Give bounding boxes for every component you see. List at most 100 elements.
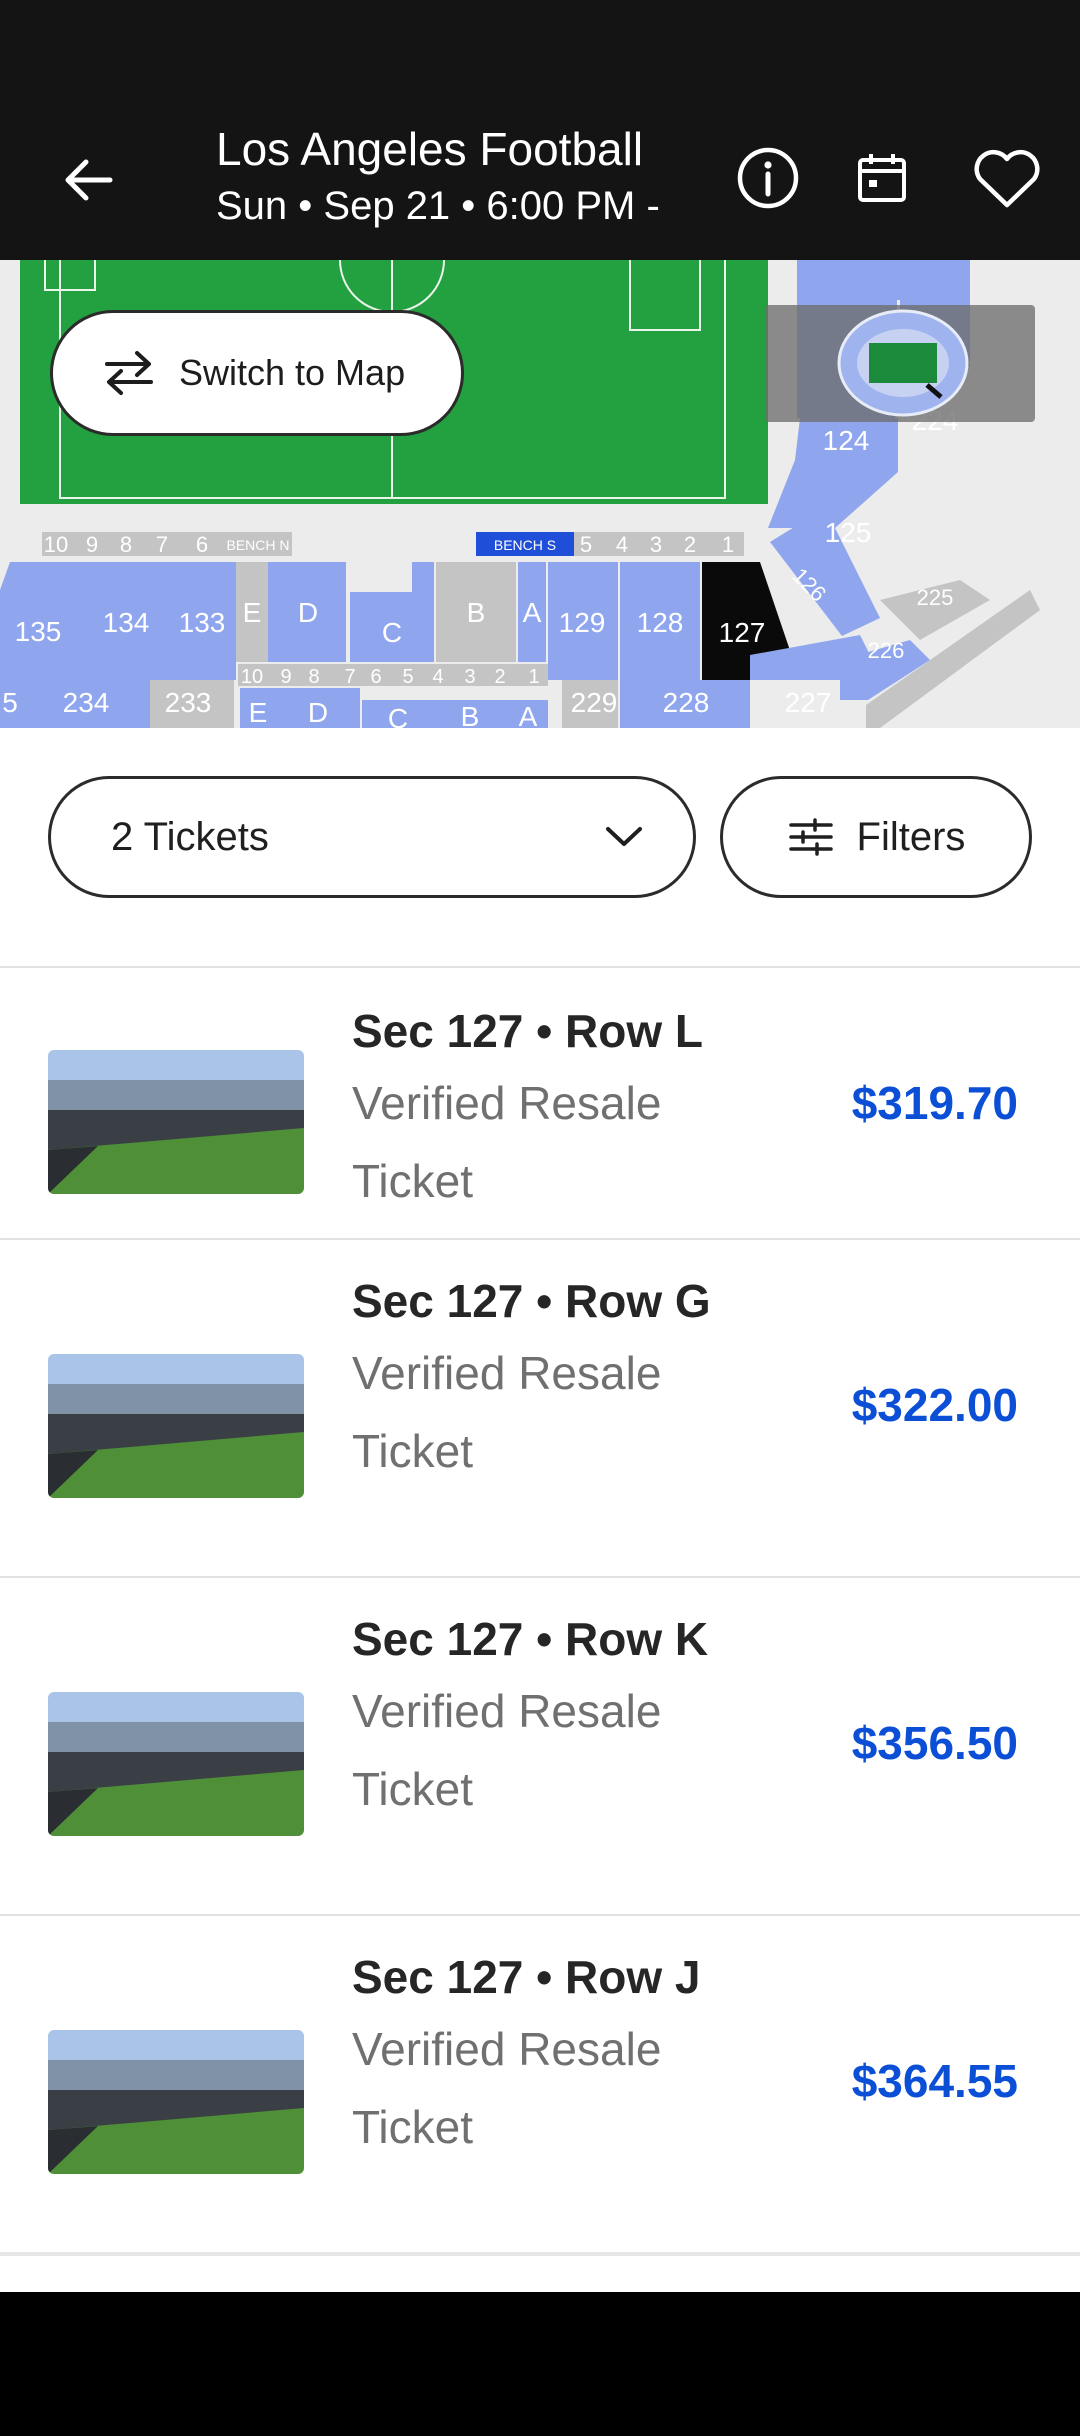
svg-text:5: 5 — [402, 666, 413, 688]
svg-text:227: 227 — [785, 687, 832, 718]
svg-text:E: E — [249, 697, 268, 728]
svg-text:5: 5 — [580, 532, 592, 557]
svg-text:3: 3 — [464, 666, 475, 688]
svg-text:228: 228 — [663, 687, 710, 718]
calendar-button[interactable] — [842, 138, 922, 218]
event-title: Los Angeles Football — [216, 123, 644, 175]
svg-text:D: D — [308, 697, 328, 728]
swap-arrows-icon — [105, 351, 153, 395]
listing-list: Sec 127 • Row L Verified Resale Ticket $… — [0, 966, 1080, 2252]
stadium-overview-icon — [837, 309, 969, 417]
filters-button[interactable]: Filters — [720, 776, 1032, 898]
svg-text:3: 3 — [650, 532, 662, 557]
listing-section-row: Sec 127 • Row K — [352, 1613, 709, 1665]
svg-text:A: A — [519, 701, 538, 728]
svg-text:229: 229 — [571, 687, 618, 718]
switch-to-map-button[interactable]: Switch to Map — [50, 310, 464, 436]
ticket-quantity-select[interactable]: 2 Tickets — [48, 776, 696, 898]
svg-text:1: 1 — [528, 666, 539, 688]
bench-north — [42, 532, 744, 556]
svg-text:8: 8 — [308, 666, 319, 688]
listing-row[interactable]: Sec 127 • Row J Verified Resale Ticket $… — [0, 1914, 1080, 2252]
listing-info: Sec 127 • Row K Verified Resale Ticket — [352, 1606, 722, 1828]
stadium-minimap[interactable] — [765, 305, 1035, 422]
seat-map[interactable]: 135 134 133 E D C B A 129 128 127 124 22… — [0, 260, 1080, 728]
navigation-bar — [0, 2292, 1080, 2436]
listing-info: Sec 127 • Row G Verified Resale Ticket — [352, 1268, 722, 1490]
chevron-down-icon — [606, 827, 642, 846]
svg-text:233: 233 — [165, 687, 212, 718]
svg-text:6: 6 — [370, 666, 381, 688]
heart-icon — [974, 149, 1040, 208]
svg-text:226: 226 — [868, 638, 905, 663]
svg-text:10: 10 — [241, 666, 263, 688]
svg-text:128: 128 — [637, 607, 684, 638]
ticket-controls: 2 Tickets Filters — [0, 728, 1080, 968]
listing-ticket-type: Verified Resale Ticket — [352, 2023, 662, 2153]
svg-text:135: 135 — [15, 616, 62, 647]
svg-text:225: 225 — [917, 585, 954, 610]
listing-ticket-type: Verified Resale Ticket — [352, 1077, 662, 1207]
seat-view-image — [48, 1692, 304, 1836]
info-button[interactable] — [728, 138, 808, 218]
seat-view-image — [48, 1354, 304, 1498]
listing-price: $356.50 — [851, 1717, 1018, 1769]
listing-section-row: Sec 127 • Row G — [352, 1275, 711, 1327]
listing-row[interactable]: Sec 127 • Row L Verified Resale Ticket $… — [0, 966, 1080, 1238]
svg-text:125: 125 — [825, 517, 872, 548]
seat-view-image — [48, 2030, 304, 2174]
list-divider — [0, 2252, 1080, 2256]
listing-info: Sec 127 • Row J Verified Resale Ticket — [352, 1944, 722, 2166]
svg-text:B: B — [461, 701, 480, 728]
svg-text:9: 9 — [86, 532, 98, 557]
listing-ticket-type: Verified Resale Ticket — [352, 1685, 662, 1815]
favorite-button[interactable] — [967, 138, 1047, 218]
switch-to-map-label: Switch to Map — [179, 352, 406, 393]
svg-text:234: 234 — [63, 687, 110, 718]
sliders-icon — [788, 818, 833, 856]
svg-text:4: 4 — [616, 532, 628, 557]
listing-section-row: Sec 127 • Row L — [352, 1005, 704, 1057]
status-bar — [0, 0, 1080, 100]
svg-text:4: 4 — [432, 666, 443, 688]
svg-text:9: 9 — [280, 666, 291, 688]
header: Los Angeles Football Sun • Sep 21 • 6:00… — [0, 100, 1080, 260]
filters-label: Filters — [856, 814, 966, 859]
svg-text:2: 2 — [684, 532, 696, 557]
svg-text:BENCH N: BENCH N — [226, 537, 289, 553]
listing-section-row: Sec 127 • Row J — [352, 1951, 701, 2003]
svg-text:1: 1 — [722, 532, 734, 557]
svg-text:E: E — [243, 597, 262, 628]
svg-text:127: 127 — [719, 617, 766, 648]
svg-text:2: 2 — [494, 666, 505, 688]
listing-price: $319.70 — [851, 1077, 1018, 1129]
listing-info: Sec 127 • Row L Verified Resale Ticket — [352, 998, 722, 1220]
event-title-block: Los Angeles Football Sun • Sep 21 • 6:00… — [216, 120, 706, 234]
svg-text:B: B — [467, 597, 486, 628]
back-button[interactable] — [48, 140, 128, 220]
svg-text:7: 7 — [156, 532, 168, 557]
svg-text:C: C — [388, 703, 408, 728]
svg-text:129: 129 — [559, 607, 606, 638]
info-icon — [737, 147, 799, 209]
svg-text:5: 5 — [2, 687, 18, 718]
listing-price: $364.55 — [851, 2055, 1018, 2107]
listing-ticket-type: Verified Resale Ticket — [352, 1347, 662, 1477]
listing-row[interactable]: Sec 127 • Row K Verified Resale Ticket $… — [0, 1576, 1080, 1914]
svg-text:6: 6 — [196, 532, 208, 557]
seat-view-image — [48, 1050, 304, 1194]
svg-text:BENCH S: BENCH S — [494, 537, 556, 553]
svg-text:C: C — [382, 617, 402, 648]
svg-text:124: 124 — [823, 425, 870, 456]
svg-text:D: D — [298, 597, 318, 628]
listing-row[interactable]: Sec 127 • Row G Verified Resale Ticket $… — [0, 1238, 1080, 1576]
svg-text:10: 10 — [44, 532, 68, 557]
svg-text:7: 7 — [344, 666, 355, 688]
listing-price: $322.00 — [851, 1379, 1018, 1431]
svg-text:133: 133 — [179, 607, 226, 638]
calendar-icon — [858, 154, 906, 202]
svg-text:A: A — [523, 597, 542, 628]
svg-text:134: 134 — [103, 607, 150, 638]
svg-text:8: 8 — [120, 532, 132, 557]
event-datetime: Sun • Sep 21 • 6:00 PM - — [216, 184, 660, 228]
